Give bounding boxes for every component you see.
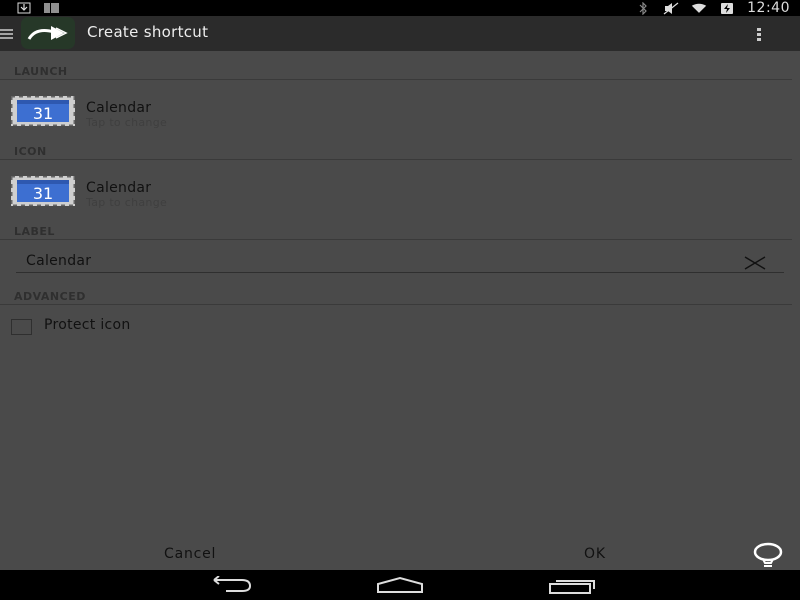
cancel-button[interactable]: Cancel — [164, 546, 216, 562]
status-time: 12:40 — [747, 0, 790, 16]
navigation-bar — [0, 570, 800, 600]
divider — [0, 79, 792, 80]
section-header-launch: LAUNCH — [14, 65, 68, 78]
calendar-icon: 31 — [9, 174, 77, 208]
page-title: Create shortcut — [87, 23, 209, 41]
hamburger-icon[interactable] — [0, 26, 14, 40]
download-icon — [16, 1, 32, 14]
icon-item-title: Calendar — [86, 180, 152, 196]
section-header-icon: ICON — [14, 145, 47, 158]
bluetooth-icon — [635, 1, 651, 15]
launch-item-subtitle: Tap to change — [86, 116, 168, 129]
divider — [0, 304, 792, 305]
divider — [0, 239, 792, 240]
ok-button[interactable]: OK — [584, 546, 606, 562]
lightbulb-icon[interactable] — [752, 542, 784, 568]
battery-charging-icon — [719, 2, 735, 15]
protect-icon-option[interactable]: Protect icon — [0, 316, 300, 338]
icon-item[interactable]: 31 Calendar Tap to change — [0, 174, 792, 220]
icon-item-subtitle: Tap to change — [86, 196, 168, 209]
status-bar: 12:40 — [0, 0, 800, 16]
label-input[interactable] — [26, 253, 726, 269]
clear-text-icon[interactable] — [744, 255, 766, 270]
calendar-icon: 31 — [9, 94, 77, 128]
section-header-advanced: ADVANCED — [14, 290, 86, 303]
launch-item[interactable]: 31 Calendar Tap to change — [0, 94, 792, 140]
shortcut-arrow-icon[interactable] — [21, 17, 75, 49]
wifi-icon — [691, 2, 707, 15]
overflow-menu-icon[interactable] — [756, 26, 762, 42]
calendar-icon-date: 31 — [33, 104, 53, 123]
action-bar: Create shortcut — [0, 16, 800, 51]
barcode-icon — [44, 1, 60, 14]
section-header-label: LABEL — [14, 225, 55, 238]
launch-item-title: Calendar — [86, 100, 152, 116]
home-icon[interactable] — [376, 576, 424, 594]
recent-apps-icon[interactable] — [548, 576, 596, 594]
divider — [0, 159, 792, 160]
mute-icon — [663, 2, 679, 15]
protect-icon-checkbox[interactable] — [11, 319, 32, 335]
label-field — [16, 252, 784, 273]
protect-icon-label: Protect icon — [44, 317, 131, 333]
calendar-icon-date: 31 — [33, 184, 53, 203]
back-icon[interactable] — [206, 575, 252, 594]
